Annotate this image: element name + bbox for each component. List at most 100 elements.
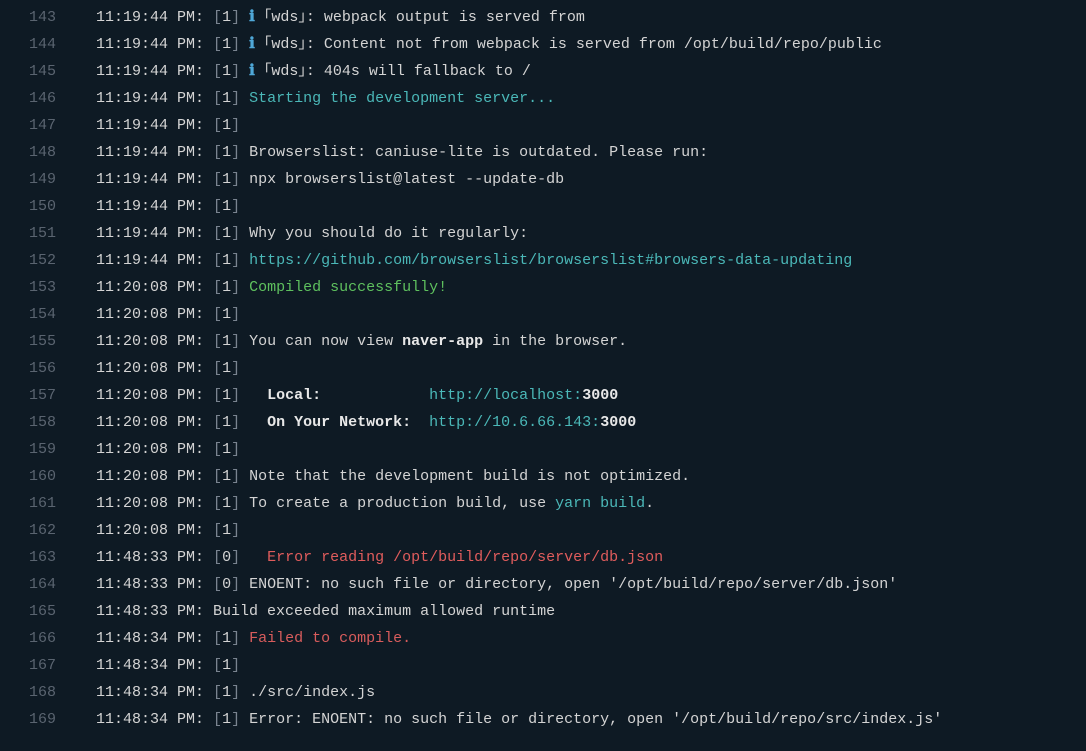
- line-number: 150: [0, 193, 56, 220]
- log-line[interactable]: 16911:48:34 PM: [1] Error: ENOENT: no su…: [0, 706, 1086, 733]
- timestamp: 11:19:44 PM:: [96, 166, 204, 193]
- timestamp: 11:48:33 PM:: [96, 598, 204, 625]
- log-line[interactable]: 16711:48:34 PM: [1]: [0, 652, 1086, 679]
- log-text: ｢wds｣: [255, 4, 306, 31]
- log-text: in the browser.: [483, 328, 627, 355]
- log-line[interactable]: 16211:20:08 PM: [1]: [0, 517, 1086, 544]
- line-number: 153: [0, 274, 56, 301]
- line-number: 162: [0, 517, 56, 544]
- log-line[interactable]: 15011:19:44 PM: [1]: [0, 193, 1086, 220]
- worker-id: [1]: [213, 85, 240, 112]
- worker-id: [1]: [213, 58, 240, 85]
- timestamp: 11:20:08 PM:: [96, 301, 204, 328]
- timestamp: 11:19:44 PM:: [96, 247, 204, 274]
- log-line[interactable]: 16611:48:34 PM: [1] Failed to compile.: [0, 625, 1086, 652]
- log-line[interactable]: 16811:48:34 PM: [1] ./src/index.js: [0, 679, 1086, 706]
- timestamp: 11:19:44 PM:: [96, 112, 204, 139]
- worker-number: 1: [222, 36, 231, 53]
- timestamp: 11:20:08 PM:: [96, 274, 204, 301]
- timestamp: 11:48:33 PM:: [96, 571, 204, 598]
- timestamp: 11:48:33 PM:: [96, 544, 204, 571]
- timestamp: 11:20:08 PM:: [96, 382, 204, 409]
- timestamp: 11:20:08 PM:: [96, 436, 204, 463]
- log-text: http://10.6.66.143:: [429, 409, 600, 436]
- log-line[interactable]: 15811:20:08 PM: [1] On Your Network: htt…: [0, 409, 1086, 436]
- worker-id: [1]: [213, 355, 240, 382]
- log-line[interactable]: 14811:19:44 PM: [1] Browserslist: canius…: [0, 139, 1086, 166]
- line-number: 152: [0, 247, 56, 274]
- worker-id: [1]: [213, 706, 240, 733]
- log-line[interactable]: 154 11:20:08 PM: [1]: [0, 301, 1086, 328]
- log-text: https://github.com/browserslist/browsers…: [240, 247, 852, 274]
- line-number: 165: [0, 598, 56, 625]
- worker-number: 1: [222, 9, 231, 26]
- log-text: : 404s will fallback to /: [306, 58, 531, 85]
- line-number: 158: [0, 409, 56, 436]
- log-text: Failed to compile.: [240, 625, 411, 652]
- line-number: 160: [0, 463, 56, 490]
- log-line[interactable]: 16411:48:33 PM: [0] ENOENT: no such file…: [0, 571, 1086, 598]
- worker-id: [1]: [213, 301, 240, 328]
- log-text: Error reading /opt/build/repo/server/db.…: [240, 544, 663, 571]
- log-text: ENOENT: no such file or directory, open …: [240, 571, 897, 598]
- timestamp: 11:20:08 PM:: [96, 517, 204, 544]
- timestamp: 11:19:44 PM:: [96, 139, 204, 166]
- log-line[interactable]: 147 11:19:44 PM: [1]: [0, 112, 1086, 139]
- log-line[interactable]: 16311:48:33 PM: [0] Error reading /opt/b…: [0, 544, 1086, 571]
- line-number: 147: [0, 112, 56, 139]
- log-text: Browserslist: caniuse-lite is outdated. …: [240, 139, 708, 166]
- line-number: 148: [0, 139, 56, 166]
- timestamp: 11:19:44 PM:: [96, 220, 204, 247]
- worker-number: 1: [222, 387, 231, 404]
- line-number: 154: [0, 301, 56, 328]
- log-text: 3000: [600, 409, 636, 436]
- log-line[interactable]: 15611:20:08 PM: [1]: [0, 355, 1086, 382]
- worker-number: 1: [222, 495, 231, 512]
- log-line[interactable]: 16511:48:33 PM: Build exceeded maximum a…: [0, 598, 1086, 625]
- log-text: [411, 409, 429, 436]
- log-text: 3000: [582, 382, 618, 409]
- log-line[interactable]: 14511:19:44 PM: [1] ℹ ｢wds｣: 404s will f…: [0, 58, 1086, 85]
- log-text: [240, 31, 249, 58]
- line-number: 159: [0, 436, 56, 463]
- log-line[interactable]: 14911:19:44 PM: [1] npx browserslist@lat…: [0, 166, 1086, 193]
- worker-id: [1]: [213, 112, 240, 139]
- log-line[interactable]: 15111:19:44 PM: [1] Why you should do it…: [0, 220, 1086, 247]
- log-text: Error: ENOENT: no such file or directory…: [240, 706, 942, 733]
- worker-number: 1: [222, 144, 231, 161]
- log-text: Local:: [267, 382, 321, 409]
- worker-number: 1: [222, 63, 231, 80]
- log-line[interactable]: 14311:19:44 PM: [1] ℹ ｢wds｣: webpack out…: [0, 4, 1086, 31]
- log-line[interactable]: 14611:19:44 PM: [1] Starting the develop…: [0, 85, 1086, 112]
- worker-id: [1]: [213, 4, 240, 31]
- log-text: Note that the development build is not o…: [240, 463, 690, 490]
- log-text: ｢wds｣: [255, 58, 306, 85]
- log-line[interactable]: 15911:20:08 PM: [1]: [0, 436, 1086, 463]
- terminal-log: 14311:19:44 PM: [1] ℹ ｢wds｣: webpack out…: [0, 0, 1086, 737]
- worker-id: [1]: [213, 247, 240, 274]
- log-text: Starting the development server...: [240, 85, 555, 112]
- line-number: 143: [0, 4, 56, 31]
- worker-number: 1: [222, 630, 231, 647]
- timestamp: 11:48:34 PM:: [96, 625, 204, 652]
- log-line[interactable]: 15511:20:08 PM: [1] You can now view nav…: [0, 328, 1086, 355]
- timestamp: 11:20:08 PM:: [96, 355, 204, 382]
- line-number: 168: [0, 679, 56, 706]
- timestamp: 11:48:34 PM:: [96, 679, 204, 706]
- log-line[interactable]: 16011:20:08 PM: [1] Note that the develo…: [0, 463, 1086, 490]
- log-line[interactable]: 152 11:19:44 PM: [1] https://github.com/b…: [0, 247, 1086, 274]
- log-line[interactable]: 14411:19:44 PM: [1] ℹ ｢wds｣: Content not…: [0, 31, 1086, 58]
- log-text: [240, 58, 249, 85]
- log-line[interactable]: 15711:20:08 PM: [1] Local: http://localh…: [0, 382, 1086, 409]
- log-line[interactable]: 16111:20:08 PM: [1] To create a producti…: [0, 490, 1086, 517]
- worker-id: [1]: [213, 679, 240, 706]
- worker-number: 0: [222, 576, 231, 593]
- log-text: .: [645, 490, 654, 517]
- worker-number: 1: [222, 360, 231, 377]
- line-number: 155: [0, 328, 56, 355]
- log-line[interactable]: 15311:20:08 PM: [1] Compiled successfull…: [0, 274, 1086, 301]
- worker-number: 1: [222, 198, 231, 215]
- worker-id: [1]: [213, 409, 240, 436]
- log-text: yarn build: [555, 490, 645, 517]
- timestamp: 11:20:08 PM:: [96, 463, 204, 490]
